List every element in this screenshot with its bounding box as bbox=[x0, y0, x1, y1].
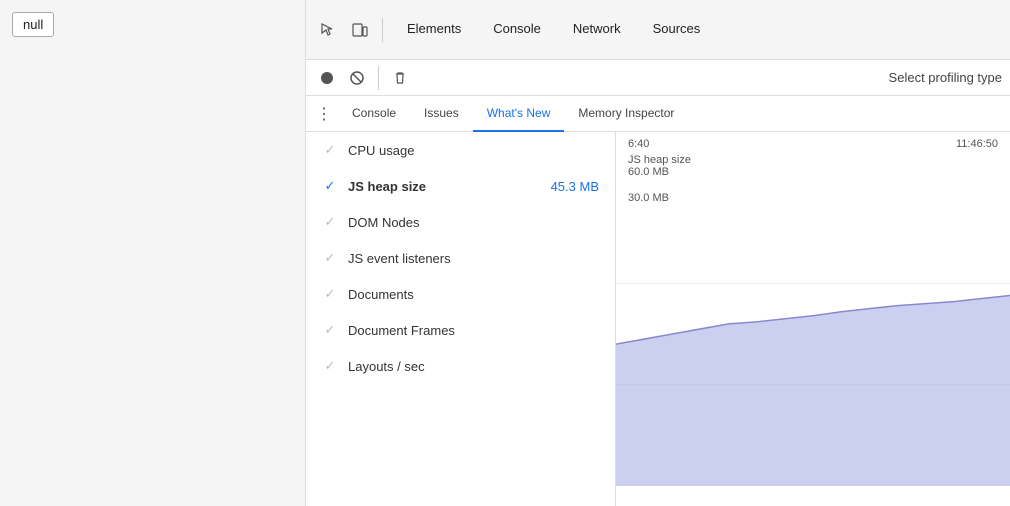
record-button[interactable] bbox=[314, 65, 340, 91]
chart-panel: 6:40 11:46:50 JS heap size 60.0 MB 30.0 … bbox=[616, 132, 1010, 506]
subtab-memory-inspector[interactable]: Memory Inspector bbox=[564, 96, 688, 132]
list-item[interactable]: ✓ CPU usage bbox=[306, 132, 615, 168]
null-button[interactable]: null bbox=[12, 12, 54, 37]
subtab-console[interactable]: Console bbox=[338, 96, 410, 132]
list-item[interactable]: ✓ Documents bbox=[306, 276, 615, 312]
subtab-issues[interactable]: Issues bbox=[410, 96, 473, 132]
chart-heap-label: JS heap size bbox=[628, 154, 998, 166]
devtools-toolbar-top: Elements Console Network Sources bbox=[306, 0, 1010, 60]
jsheap-label: JS heap size bbox=[348, 179, 541, 194]
chart-time-start: 6:40 bbox=[628, 138, 649, 150]
list-item[interactable]: ✓ Layouts / sec bbox=[306, 348, 615, 384]
left-panel: null bbox=[0, 0, 305, 506]
layouts-label: Layouts / sec bbox=[348, 359, 589, 374]
inspect-icon-button[interactable] bbox=[314, 16, 342, 44]
list-item[interactable]: ✓ JS event listeners bbox=[306, 240, 615, 276]
list-item[interactable]: ✓ DOM Nodes bbox=[306, 204, 615, 240]
chart-time-end: 11:46:50 bbox=[956, 138, 998, 150]
tab-console[interactable]: Console bbox=[477, 0, 557, 60]
check-icon-jsevents: ✓ bbox=[322, 250, 338, 266]
check-icon-layouts: ✓ bbox=[322, 358, 338, 374]
jsevents-label: JS event listeners bbox=[348, 251, 589, 266]
documents-label: Documents bbox=[348, 287, 589, 302]
toolbar-separator bbox=[382, 18, 383, 42]
check-icon-dom: ✓ bbox=[322, 214, 338, 230]
memory-chart-svg bbox=[616, 182, 1010, 486]
devtools-tabs: Elements Console Network Sources bbox=[391, 0, 716, 60]
check-icon-jsheap: ✓ bbox=[322, 178, 338, 194]
jsheap-value: 45.3 MB bbox=[551, 179, 599, 194]
toolbar-separator-2 bbox=[378, 66, 379, 90]
devtools-subtabs: ⋮ Console Issues What's New Memory Inspe… bbox=[306, 96, 1010, 132]
devtools-toolbar-second: Select profiling type bbox=[306, 60, 1010, 96]
list-item[interactable]: ✓ Document Frames bbox=[306, 312, 615, 348]
tab-sources[interactable]: Sources bbox=[637, 0, 717, 60]
list-item[interactable]: ✓ JS heap size 45.3 MB bbox=[306, 168, 615, 204]
stop-button[interactable] bbox=[344, 65, 370, 91]
clear-button[interactable] bbox=[387, 65, 413, 91]
more-tabs-button[interactable]: ⋮ bbox=[310, 100, 338, 128]
devtools-panel: Elements Console Network Sources bbox=[305, 0, 1010, 506]
profiling-type-label: Select profiling type bbox=[889, 70, 1002, 85]
check-icon-docs: ✓ bbox=[322, 286, 338, 302]
check-icon-frames: ✓ bbox=[322, 322, 338, 338]
tab-network[interactable]: Network bbox=[557, 0, 637, 60]
check-icon-cpu: ✓ bbox=[322, 142, 338, 158]
chart-lower-label: 30.0 MB bbox=[628, 192, 669, 204]
dom-nodes-label: DOM Nodes bbox=[348, 215, 589, 230]
chart-heap-value: 60.0 MB bbox=[628, 166, 998, 178]
tab-elements[interactable]: Elements bbox=[391, 0, 477, 60]
doc-frames-label: Document Frames bbox=[348, 323, 589, 338]
device-toggle-button[interactable] bbox=[346, 16, 374, 44]
checklist-panel: ✓ CPU usage ✓ JS heap size 45.3 MB ✓ DOM… bbox=[306, 132, 616, 506]
subtab-whats-new[interactable]: What's New bbox=[473, 96, 565, 132]
cpu-usage-label: CPU usage bbox=[348, 143, 589, 158]
main-content: ✓ CPU usage ✓ JS heap size 45.3 MB ✓ DOM… bbox=[306, 132, 1010, 506]
